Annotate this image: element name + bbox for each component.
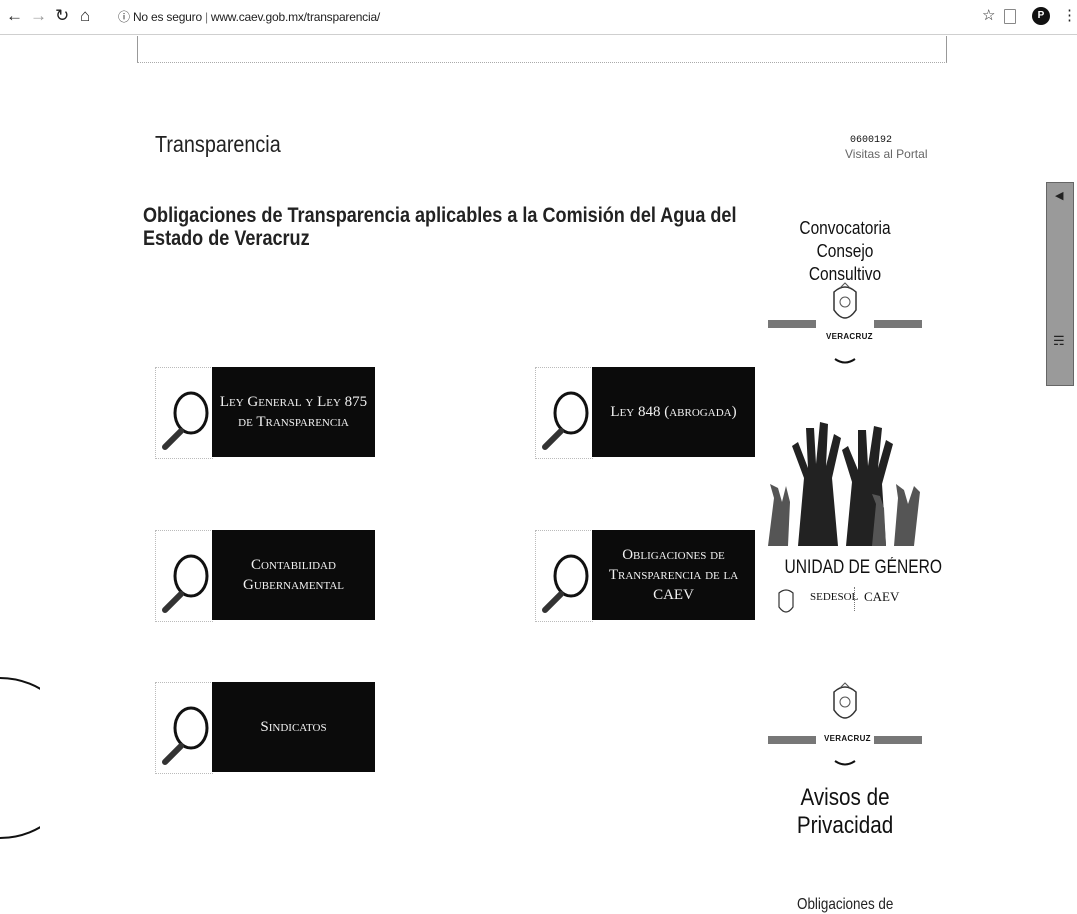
menu-kebab-icon[interactable]: ⋮	[1062, 6, 1077, 26]
avisos-privacidad-link[interactable]: Avisos de Privacidad	[774, 784, 917, 840]
caev-label: CAEV	[864, 589, 900, 604]
sedesol-caev-logos: SEDESOL CAEV	[772, 585, 922, 629]
card-ley-848[interactable]: Ley 848 (abrogada)	[535, 367, 755, 459]
card-label[interactable]: Obligaciones de Transparencia de la CAEV	[592, 530, 755, 620]
logo-divider	[854, 587, 856, 611]
card-ley-general[interactable]: Ley General y Ley 875 de Transparencia	[155, 367, 375, 459]
veracruz-privacidad-logo[interactable]: VERACRUZ	[768, 678, 922, 772]
rss-icon: ☴	[1053, 333, 1065, 348]
page-title: Transparencia	[155, 131, 281, 157]
coat-of-arms-icon	[833, 282, 857, 319]
security-label: No es seguro	[132, 10, 202, 24]
logo-bar-right	[874, 320, 922, 328]
visit-counter-label: Visitas al Portal	[845, 147, 928, 161]
page-subtitle: Obligaciones de Transparencia aplicables…	[143, 204, 737, 250]
veracruz-label: VERACRUZ	[826, 332, 873, 341]
forward-arrow-icon[interactable]: →	[30, 6, 47, 26]
card-sindicatos[interactable]: Sindicatos	[155, 682, 375, 774]
reload-icon[interactable]: ↻	[55, 6, 69, 26]
magnifier-icon	[162, 391, 209, 450]
veracruz-label: VERACRUZ	[824, 734, 871, 743]
card-label[interactable]: Contabilidad Gubernamental	[212, 530, 375, 620]
extension-icon[interactable]	[1004, 9, 1016, 24]
logo-bar-left	[768, 736, 816, 744]
card-label[interactable]: Ley 848 (abrogada)	[592, 367, 755, 457]
magnifier-icon	[542, 554, 589, 613]
bookmark-star-icon[interactable]: ☆	[982, 6, 995, 26]
card-label[interactable]: Ley General y Ley 875 de Transparencia	[212, 367, 375, 457]
smile-stroke-icon	[834, 760, 856, 766]
back-arrow-icon[interactable]: ←	[6, 6, 23, 26]
visit-counter-value: 0600192	[850, 135, 893, 146]
logo-bar-right	[874, 736, 922, 744]
card-obligaciones-caev[interactable]: Obligaciones de Transparencia de la CAEV	[535, 530, 755, 622]
home-icon[interactable]: ⌂	[80, 6, 90, 26]
rss-side-tab[interactable]: ◀ ☴	[1046, 182, 1074, 386]
smile-stroke-icon	[834, 358, 856, 364]
magnifier-icon	[542, 391, 589, 450]
info-icon[interactable]: ⓘ	[118, 10, 130, 24]
address-bar[interactable]: ⓘ No es seguro | www.caev.gob.mx/transpare…	[118, 8, 380, 25]
veracruz-logo[interactable]: VERACRUZ	[768, 280, 922, 370]
card-label[interactable]: Sindicatos	[212, 682, 375, 772]
unidad-genero-hands-image[interactable]	[768, 398, 922, 546]
triangle-left-icon: ◀	[1055, 190, 1064, 202]
sedesol-label: SEDESOL	[810, 591, 859, 603]
magnifier-icon	[162, 706, 209, 765]
card-contabilidad[interactable]: Contabilidad Gubernamental	[155, 530, 375, 622]
magnifier-icon	[162, 554, 209, 613]
logo-bar-left	[768, 320, 816, 328]
url-text[interactable]: www.caev.gob.mx/transparencia/	[211, 10, 380, 24]
browser-toolbar: ← → ↻ ⌂ ⓘ No es seguro | www.caev.gob.mx/t…	[0, 0, 1077, 35]
coat-of-arms-icon	[833, 682, 857, 719]
decorative-arc	[0, 677, 40, 839]
header-frame	[137, 36, 947, 63]
unidad-genero-title[interactable]: UNIDAD DE GÉNERO	[785, 557, 943, 579]
obligaciones-link-partial[interactable]: Obligaciones de	[797, 896, 893, 914]
coat-of-arms-icon	[778, 589, 794, 613]
consejo-consultivo-link[interactable]: Convocatoria Consejo Consultivo	[781, 217, 910, 286]
profile-avatar[interactable]: P	[1032, 7, 1050, 25]
